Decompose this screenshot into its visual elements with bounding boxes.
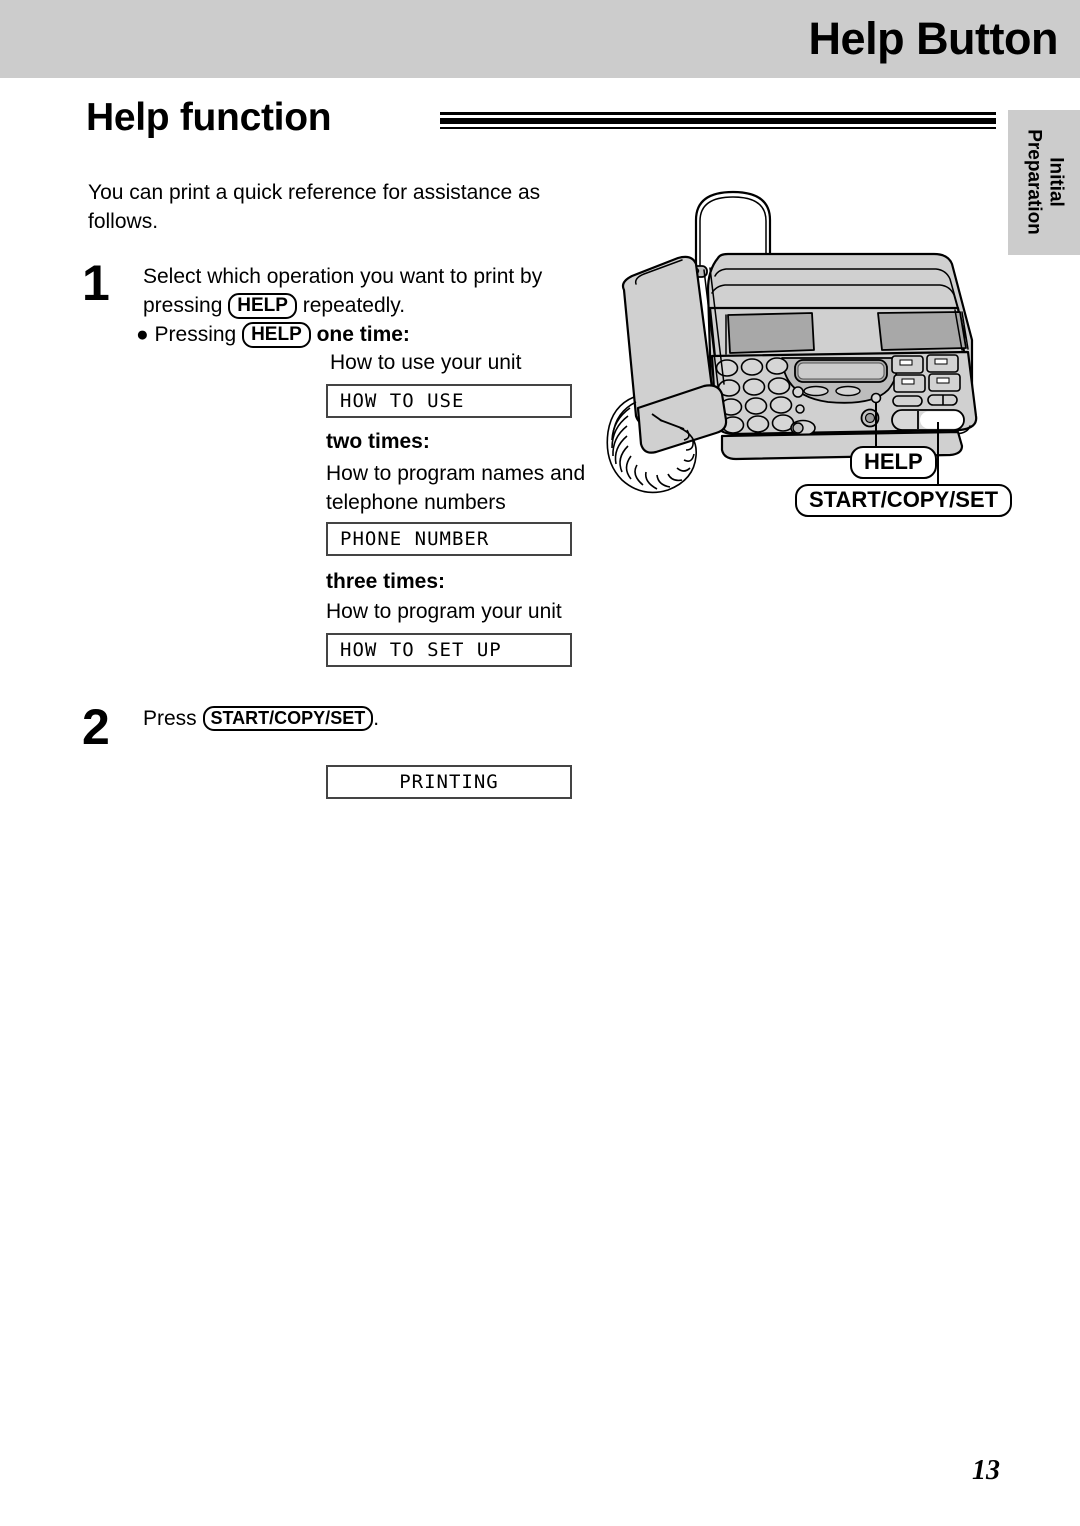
step-1-bullet-line: ● Pressing HELP one time: [136, 320, 576, 349]
option-1-description: How to use your unit [330, 351, 522, 374]
help-key-badge[interactable]: HELP [242, 322, 311, 348]
option-2-description: How to program names and telephone numbe… [326, 462, 586, 514]
bullet-suffix: one time: [310, 323, 410, 346]
lcd-display-how-to-set-up: HOW TO SET UP [326, 633, 572, 667]
option-3-description: How to program your unit [326, 600, 562, 623]
step-2-text: Press START/COPY/SET. [143, 704, 573, 733]
step-1-line-2-prefix: pressing [143, 294, 229, 317]
step-1-number: 1 [82, 255, 110, 311]
step-1-text: Select which operation you want to print… [143, 262, 573, 320]
help-button-on-unit [870, 392, 882, 404]
lcd-display-printing: PRINTING [326, 765, 572, 799]
help-key-badge[interactable]: HELP [228, 293, 297, 319]
option-3-label: three times: [326, 570, 446, 593]
step-2-number: 2 [82, 699, 110, 755]
side-tab-label: Initial Preparation [1023, 129, 1067, 235]
illustration-callouts: HELP START/COPY/SET [795, 446, 1013, 517]
side-tab-initial-preparation: Initial Preparation [1008, 110, 1080, 255]
start-copy-set-key-badge[interactable]: START/COPY/SET [202, 706, 374, 731]
intro-paragraph: You can print a quick reference for assi… [88, 181, 541, 233]
section-heading-block: Help function [86, 96, 998, 142]
page-title: Help Button [808, 13, 1059, 64]
page-number: 13 [972, 1455, 1000, 1486]
callout-start-copy-set-label: START/COPY/SET [795, 484, 1013, 517]
lcd-display-how-to-use: HOW TO USE [326, 384, 572, 418]
section-heading: Help function [86, 96, 332, 139]
bullet-marker-icon: ● [136, 323, 149, 346]
lcd-display-phone-number: PHONE NUMBER [326, 522, 572, 556]
step-2-prefix: Press [143, 707, 203, 730]
bullet-prefix: Pressing [148, 323, 243, 346]
page-header-bar: Help Button [0, 0, 1080, 78]
heading-double-rule [440, 112, 996, 129]
step-1-line-2-suffix: repeatedly. [296, 294, 406, 317]
step-1-line-1: Select which operation you want to print… [143, 265, 543, 288]
step-2-suffix: . [373, 707, 380, 730]
option-2-label: two times: [326, 430, 430, 453]
callout-help-label: HELP [850, 446, 937, 479]
